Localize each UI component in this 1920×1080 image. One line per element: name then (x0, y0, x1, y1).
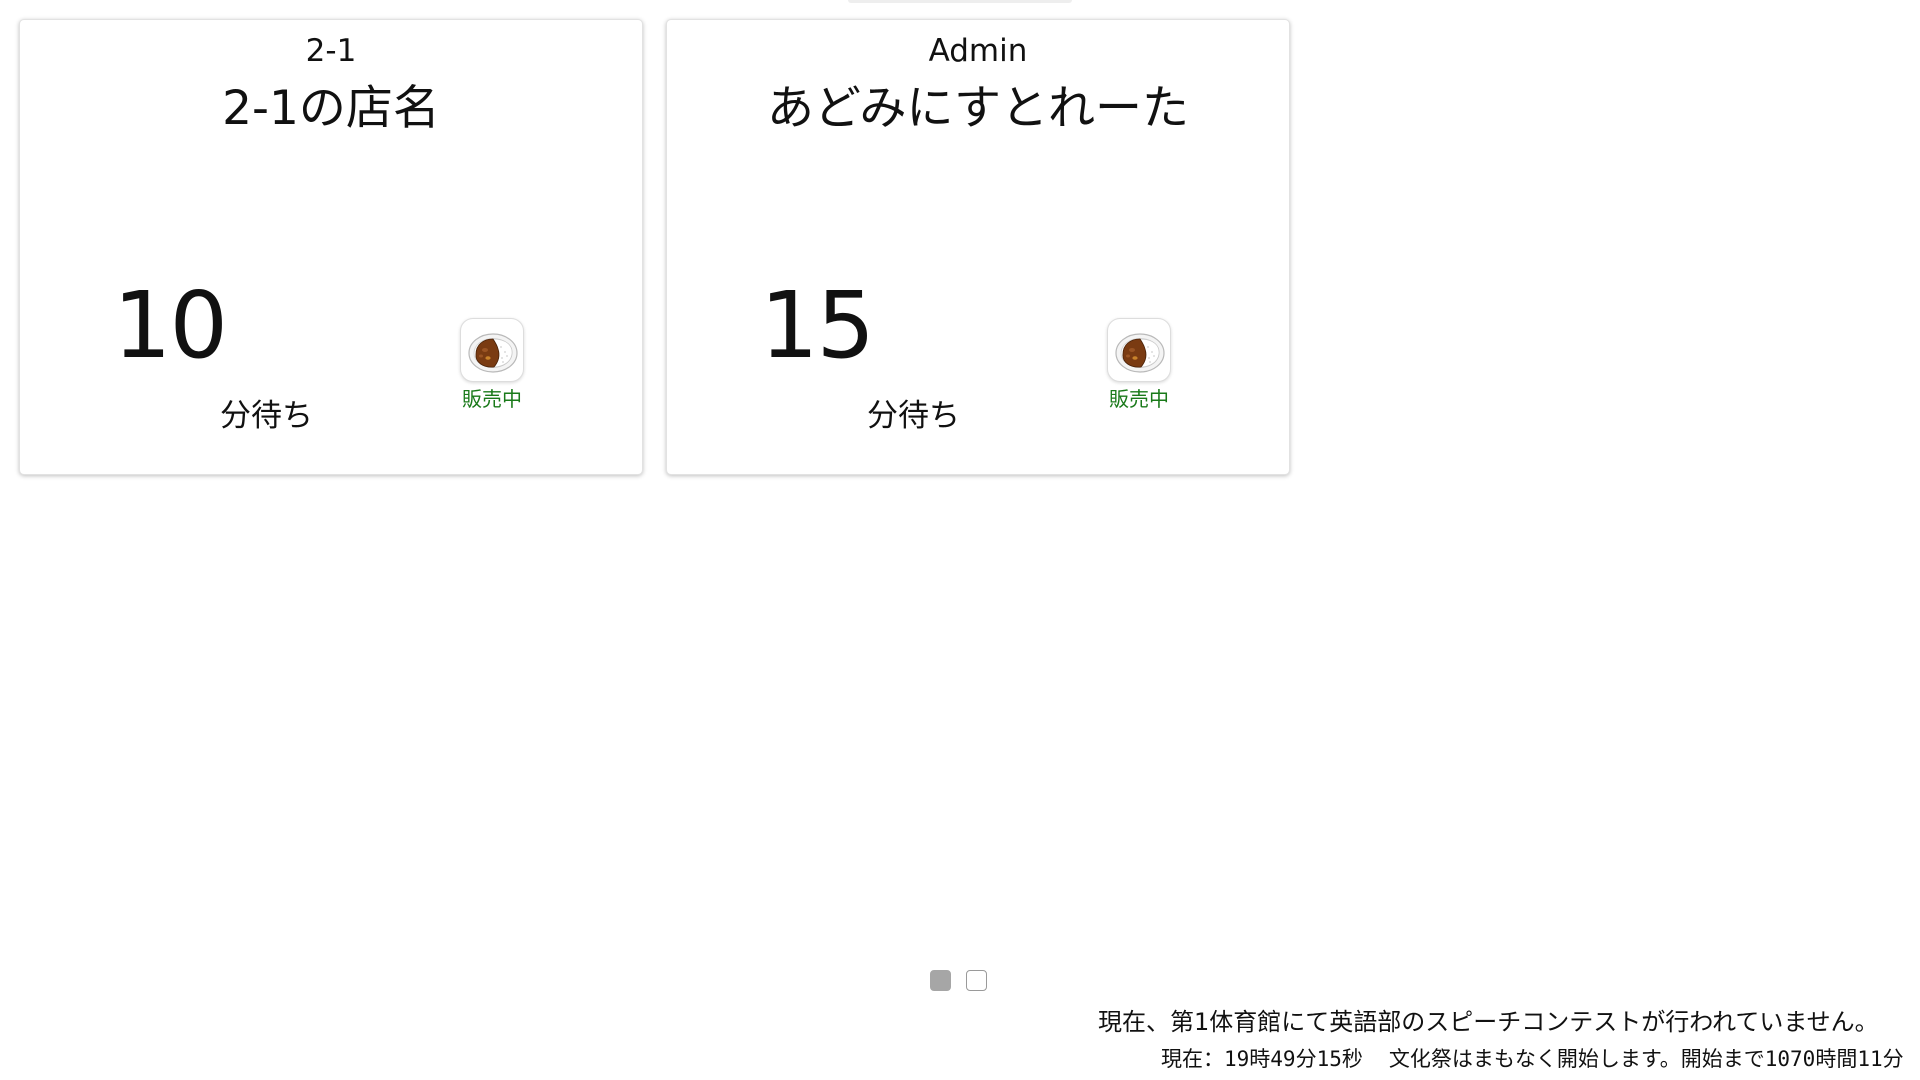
page-dot-2[interactable] (966, 970, 987, 991)
announcement-text: 現在、第1体育館にて英語部のスピーチコンテストが行われていません。 (1098, 1008, 1879, 1036)
shop-name: あどみにすとれーた (766, 81, 1190, 136)
curry-rice-icon (460, 318, 524, 382)
current-time: 現在：19時49分15秒 (1161, 1047, 1363, 1071)
sale-status-badge: 販売中 (1109, 387, 1169, 411)
sale-status-badge: 販売中 (462, 387, 522, 411)
curry-rice-icon (1107, 318, 1171, 382)
status-line: 現在：19時49分15秒 文化祭はまもなく開始します。開始まで1070時間11分 (1161, 1045, 1904, 1073)
wait-unit-label: 分待ち (867, 398, 960, 434)
wait-unit-label: 分待ち (220, 398, 313, 434)
shop-name: 2-1の店名 (222, 81, 440, 136)
wait-time: 15 (760, 272, 875, 379)
shop-card[interactable]: 2-1 2-1の店名 10 分待ち 販売中 (19, 19, 643, 475)
page-dot-1[interactable] (930, 970, 951, 991)
top-tab-edge (848, 0, 1072, 3)
shop-card[interactable]: Admin あどみにすとれーた 15 分待ち 販売中 (666, 19, 1290, 475)
class-name: 2-1 (305, 33, 357, 69)
wait-time: 10 (113, 272, 228, 379)
class-name: Admin (928, 33, 1028, 69)
countdown-text: 文化祭はまもなく開始します。開始まで1070時間11分 (1388, 1047, 1904, 1071)
